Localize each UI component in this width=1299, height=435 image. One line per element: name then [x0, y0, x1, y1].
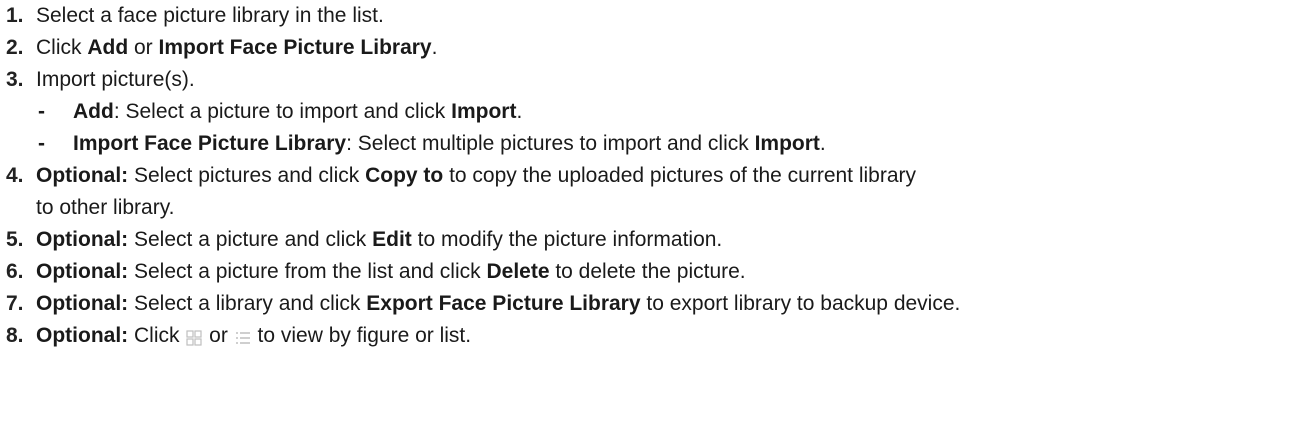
- step-number: 1.: [6, 4, 24, 27]
- procedure-step: 1. Select a face picture library in the l…: [0, 0, 1299, 32]
- step-text: to copy the uploaded pictures of the cur…: [443, 164, 917, 187]
- step-text: .: [516, 100, 523, 123]
- step-text: : Select multiple pictures to import and…: [346, 132, 755, 155]
- step-text: to view by figure or list.: [251, 324, 472, 347]
- bold-text: Add: [87, 36, 129, 59]
- step-number: 6.: [6, 260, 24, 283]
- bold-text: Export Face Picture Library: [366, 292, 641, 315]
- bold-text: Import: [754, 132, 820, 155]
- bullet-dash: -: [38, 100, 45, 123]
- procedure-step: 3. Import picture(s).: [0, 64, 1299, 96]
- bullet-dash: -: [38, 132, 45, 155]
- step-text: Click: [36, 36, 88, 59]
- list-view-icon: [234, 325, 252, 345]
- bold-text: Optional:: [36, 228, 129, 251]
- step-number: 5.: [6, 228, 24, 251]
- step-text: Select a library and click: [128, 292, 367, 315]
- step-text: Select a picture and click: [128, 228, 373, 251]
- step-continuation: to other library.: [36, 196, 175, 219]
- step-text: Select a picture from the list and click: [128, 260, 487, 283]
- bold-text: Add: [73, 100, 114, 123]
- step-text: .: [819, 132, 826, 155]
- procedure-step: 4. Optional: Select pictures and click Co…: [0, 160, 1299, 192]
- step-number: 2.: [6, 36, 24, 59]
- step-text: Select a face picture library in the lis…: [36, 4, 384, 27]
- bold-text: Copy to: [365, 164, 444, 187]
- bold-text: Optional:: [36, 164, 129, 187]
- bold-text: Delete: [486, 260, 550, 283]
- procedure-step: 5. Optional: Select a picture and click E…: [0, 224, 1299, 256]
- step-number: 4.: [6, 164, 24, 187]
- bold-text: Optional:: [36, 324, 129, 347]
- bold-text: Edit: [372, 228, 412, 251]
- step-number: 3.: [6, 68, 24, 91]
- step-text: to modify the picture information.: [411, 228, 723, 251]
- step-text: or: [128, 36, 159, 59]
- bold-text: Import: [451, 100, 517, 123]
- procedure-step: 2. Click Add or Import Face Picture Libra…: [0, 32, 1299, 64]
- step-text: .: [431, 36, 438, 59]
- step-number: 8.: [6, 324, 24, 347]
- step-text: : Select a picture to import and click: [113, 100, 452, 123]
- step-text: to export library to backup device.: [640, 292, 961, 315]
- procedure-step: 8. Optional: Click or to view by figure o…: [0, 320, 1299, 352]
- bold-text: Import Face Picture Library: [73, 132, 347, 155]
- sub-step: - Import Face Picture Library: Select mul…: [0, 128, 1299, 160]
- bold-text: Import Face Picture Library: [158, 36, 432, 59]
- procedure-step: 7. Optional: Select a library and click E…: [0, 288, 1299, 320]
- step-text: to delete the picture.: [549, 260, 746, 283]
- bold-text: Optional:: [36, 260, 129, 283]
- grid-view-icon: [185, 325, 203, 347]
- step-number: 7.: [6, 292, 24, 315]
- step-text: Select pictures and click: [128, 164, 366, 187]
- bold-text: Optional:: [36, 292, 129, 315]
- step-text: or: [203, 324, 234, 347]
- step-text: Import picture(s).: [36, 68, 195, 91]
- procedure-step: 6. Optional: Select a picture from the li…: [0, 256, 1299, 288]
- procedure-document: 1. Select a face picture library in the l…: [0, 0, 1299, 352]
- step-text: Click: [128, 324, 186, 347]
- sub-step: - Add: Select a picture to import and cli…: [0, 96, 1299, 128]
